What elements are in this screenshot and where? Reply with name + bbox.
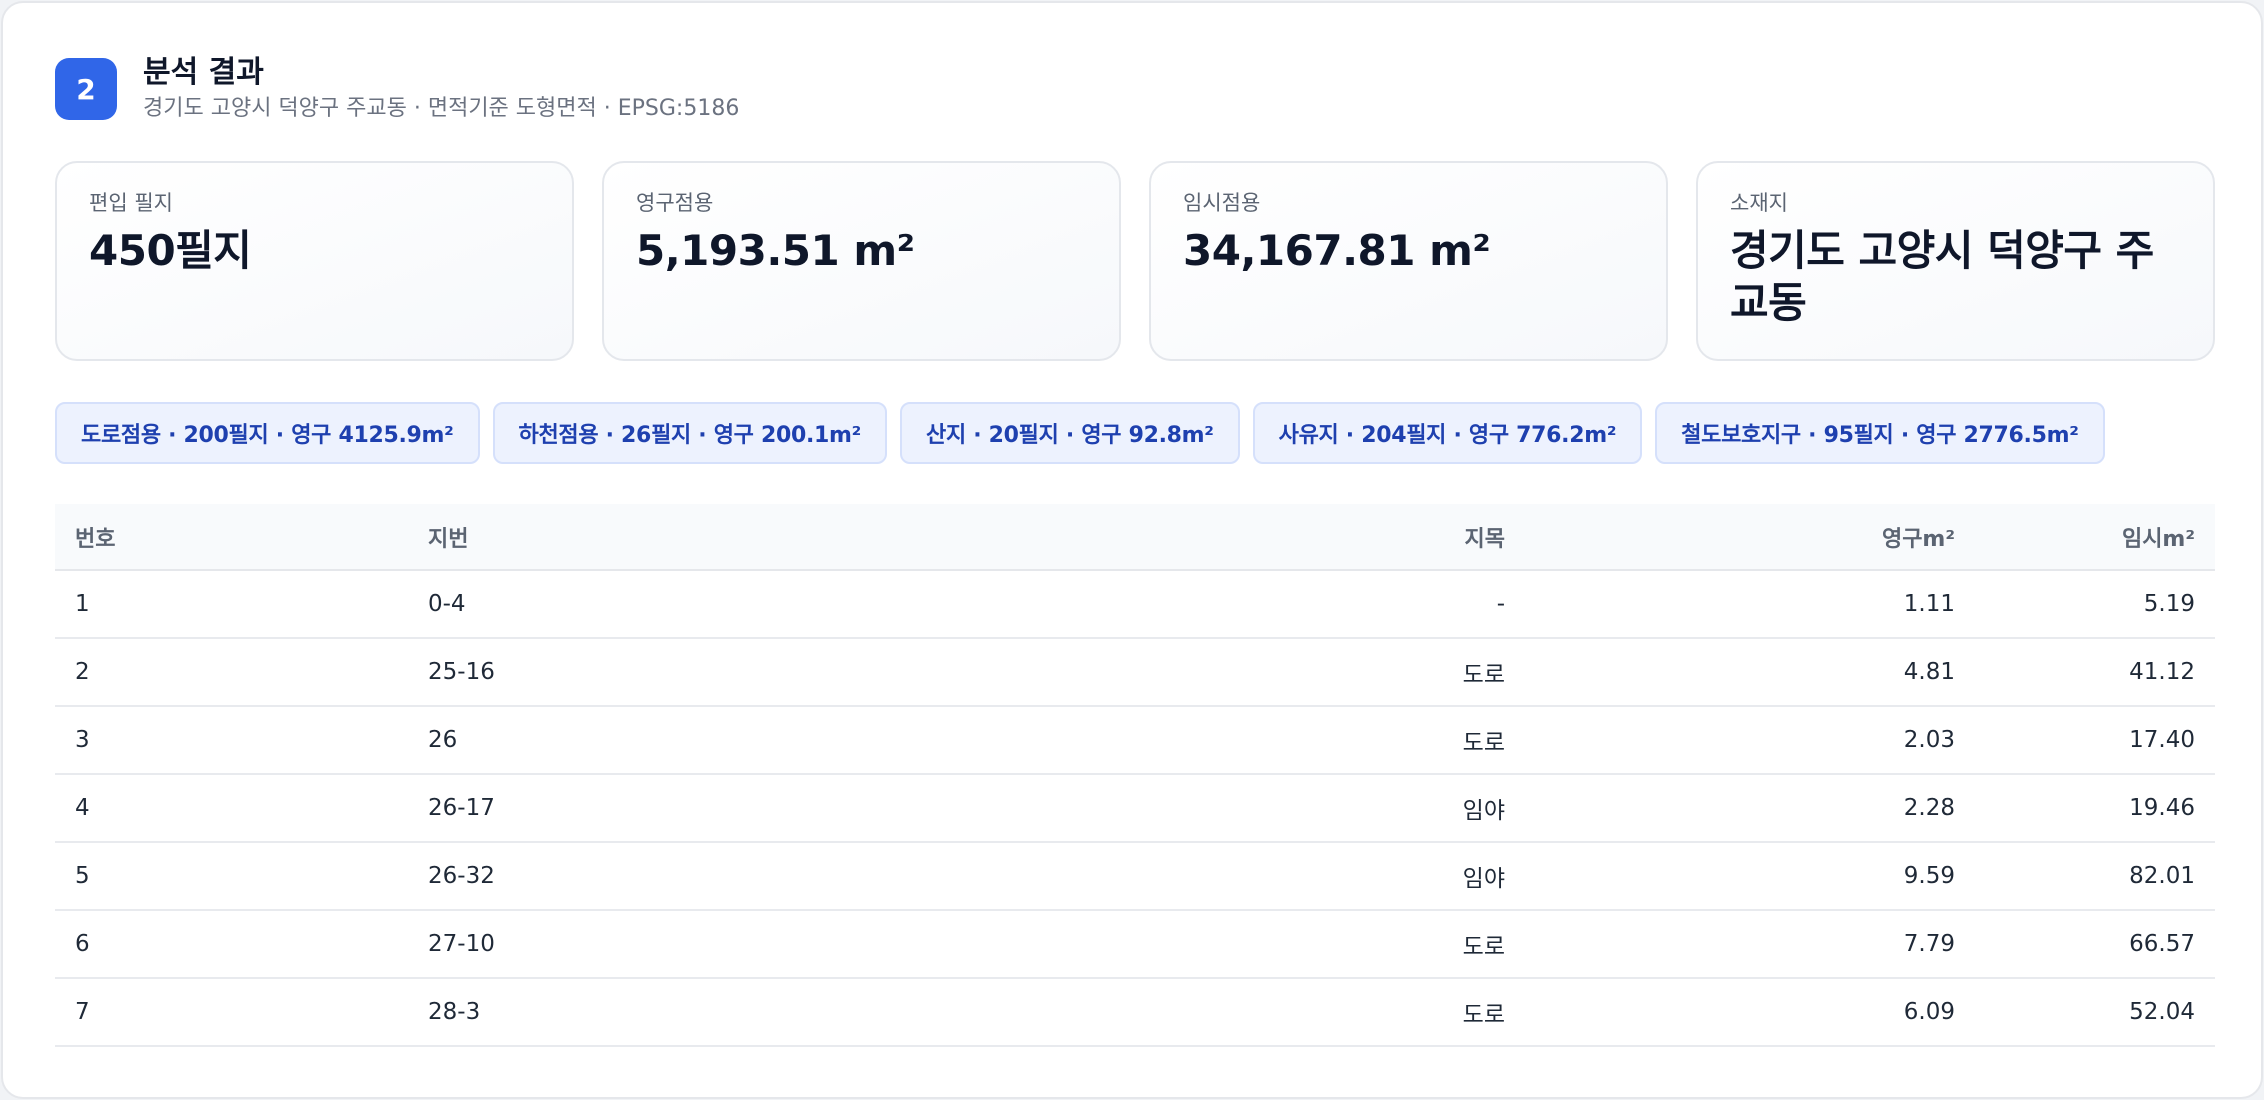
cell-lot-number: 26 (408, 706, 1215, 775)
step-number-badge: 2 (55, 58, 117, 120)
card-label: 임시점용 (1183, 191, 1261, 215)
cell-permanent-area: 6.09 (1525, 978, 1975, 1047)
chip-railway-protection[interactable]: 철도보호지구 · 95필지 · 영구 2776.5m² (1655, 402, 2105, 464)
cell-number: 4 (55, 774, 408, 843)
col-header-land-category: 지목 (1215, 504, 1525, 571)
table-row: 7 28-3 도로 6.09 52.04 (55, 978, 2215, 1047)
cell-lot-number: 27-10 (408, 910, 1215, 979)
header-text: 분석 결과 경기도 고양시 덕양구 주교동 · 면적기준 도형면적 · EPSG… (143, 55, 739, 123)
page-title: 분석 결과 (143, 55, 264, 90)
cell-number: 7 (55, 978, 408, 1047)
card-included-parcels: 편입 필지 450필지 (55, 161, 574, 361)
cell-permanent-area: 2.03 (1525, 706, 1975, 775)
page-subtitle: 경기도 고양시 덕양구 주교동 · 면적기준 도형면적 · EPSG:5186 (143, 96, 740, 121)
card-label: 편입 필지 (89, 191, 173, 215)
cell-lot-number: 0-4 (408, 570, 1215, 639)
cell-lot-number: 25-16 (408, 638, 1215, 707)
cell-number: 6 (55, 910, 408, 979)
summary-cards: 편입 필지 450필지 영구점용 5,193.51 m² 임시점용 34,167… (55, 161, 2215, 361)
card-value: 5,193.51 m² (636, 226, 915, 275)
cell-land-category: 임야 (1215, 842, 1525, 911)
col-header-temporary-area: 임시m² (1975, 504, 2215, 571)
cell-temporary-area: 5.19 (1975, 570, 2215, 639)
cell-temporary-area: 52.04 (1975, 978, 2215, 1047)
chip-river-occupancy[interactable]: 하천점용 · 26필지 · 영구 200.1m² (492, 402, 888, 464)
cell-temporary-area: 17.40 (1975, 706, 2215, 775)
card-value: 경기도 고양시 덕양구 주교동 (1730, 226, 2154, 327)
cell-lot-number: 28-3 (408, 978, 1215, 1047)
cell-land-category: - (1215, 570, 1525, 639)
cell-land-category: 도로 (1215, 638, 1525, 707)
cell-number: 5 (55, 842, 408, 911)
table-row: 3 26 도로 2.03 17.40 (55, 706, 2215, 775)
card-label: 영구점용 (636, 191, 714, 215)
category-chips: 도로점용 · 200필지 · 영구 4125.9m² 하천점용 · 26필지 ·… (55, 402, 2105, 464)
table-header: 번호 지번 지목 영구m² 임시m² (55, 504, 2215, 571)
cell-permanent-area: 2.28 (1525, 774, 1975, 843)
cell-temporary-area: 19.46 (1975, 774, 2215, 843)
analysis-result-panel: 2 분석 결과 경기도 고양시 덕양구 주교동 · 면적기준 도형면적 · EP… (1, 1, 2263, 1099)
table-row: 6 27-10 도로 7.79 66.57 (55, 910, 2215, 979)
table-row: 4 26-17 임야 2.28 19.46 (55, 774, 2215, 843)
cell-lot-number: 26-17 (408, 774, 1215, 843)
col-header-permanent-area: 영구m² (1525, 504, 1975, 571)
cell-land-category: 도로 (1215, 910, 1525, 979)
table-row: 2 25-16 도로 4.81 41.12 (55, 638, 2215, 707)
cell-land-category: 임야 (1215, 774, 1525, 843)
parcel-table: 번호 지번 지목 영구m² 임시m² 1 0-4 - 1.11 5.19 2 2 (55, 504, 2215, 1047)
cell-permanent-area: 7.79 (1525, 910, 1975, 979)
card-temporary-occupancy: 임시점용 34,167.81 m² (1149, 161, 1668, 361)
col-header-number: 번호 (55, 504, 408, 571)
chip-private-land[interactable]: 사유지 · 204필지 · 영구 776.2m² (1252, 402, 1643, 464)
cell-permanent-area: 4.81 (1525, 638, 1975, 707)
table-row: 1 0-4 - 1.11 5.19 (55, 570, 2215, 639)
card-permanent-occupancy: 영구점용 5,193.51 m² (602, 161, 1121, 361)
cell-lot-number: 26-32 (408, 842, 1215, 911)
chip-forest[interactable]: 산지 · 20필지 · 영구 92.8m² (900, 402, 1240, 464)
chip-road-occupancy[interactable]: 도로점용 · 200필지 · 영구 4125.9m² (55, 402, 480, 464)
cell-land-category: 도로 (1215, 706, 1525, 775)
table-header-row: 번호 지번 지목 영구m² 임시m² (55, 504, 2215, 571)
card-value: 450필지 (89, 226, 252, 275)
table-row: 5 26-32 임야 9.59 82.01 (55, 842, 2215, 911)
cell-permanent-area: 1.11 (1525, 570, 1975, 639)
cell-temporary-area: 66.57 (1975, 910, 2215, 979)
col-header-lot-number: 지번 (408, 504, 1215, 571)
table-body: 1 0-4 - 1.11 5.19 2 25-16 도로 4.81 41.12 … (55, 570, 2215, 1047)
card-value: 34,167.81 m² (1183, 226, 1491, 275)
section-header: 2 분석 결과 경기도 고양시 덕양구 주교동 · 면적기준 도형면적 · EP… (55, 55, 739, 123)
cell-number: 1 (55, 570, 408, 639)
cell-temporary-area: 82.01 (1975, 842, 2215, 911)
parcel-table-container: 번호 지번 지목 영구m² 임시m² 1 0-4 - 1.11 5.19 2 2 (55, 504, 2215, 1047)
cell-land-category: 도로 (1215, 978, 1525, 1047)
cell-number: 2 (55, 638, 408, 707)
cell-permanent-area: 9.59 (1525, 842, 1975, 911)
cell-temporary-area: 41.12 (1975, 638, 2215, 707)
cell-number: 3 (55, 706, 408, 775)
card-label: 소재지 (1730, 191, 1788, 215)
card-location: 소재지 경기도 고양시 덕양구 주교동 (1696, 161, 2215, 361)
